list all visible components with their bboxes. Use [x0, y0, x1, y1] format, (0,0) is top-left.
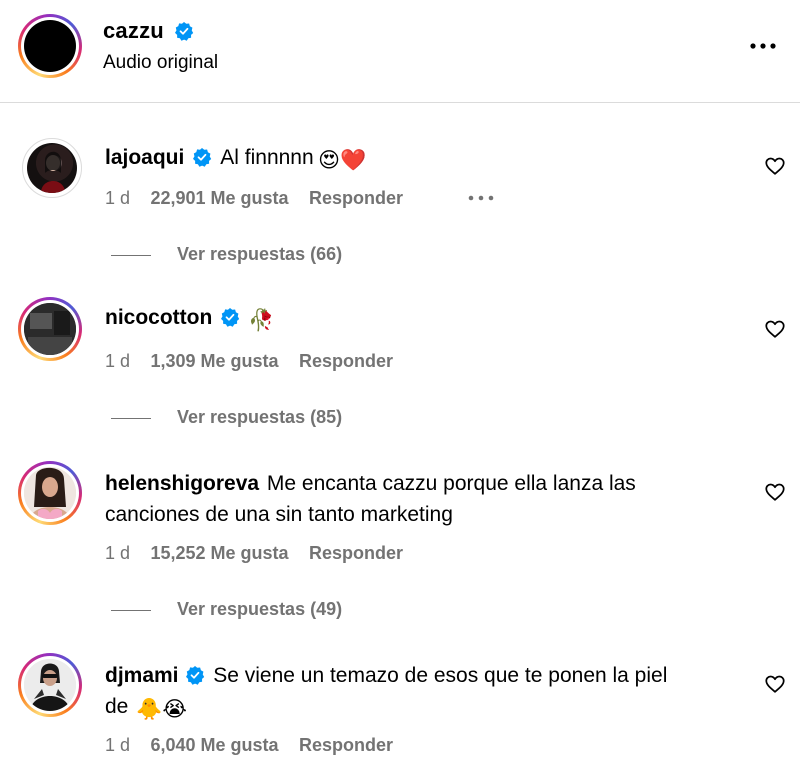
comment-time[interactable]: 1 d	[105, 188, 130, 208]
reply-button[interactable]: Responder	[309, 188, 403, 208]
more-options-icon[interactable]	[748, 36, 778, 56]
view-replies-button[interactable]: Ver respuestas (85)	[177, 407, 342, 428]
comment-likes[interactable]: 1,309 Me gusta	[150, 351, 278, 371]
reply-button[interactable]: Responder	[299, 735, 393, 755]
reply-button[interactable]: Responder	[309, 543, 403, 563]
comment-username[interactable]: helenshigoreva	[105, 472, 259, 495]
post-author-avatar[interactable]	[18, 14, 82, 78]
verified-badge-icon	[220, 308, 239, 327]
post-author-row: cazzu	[103, 18, 194, 44]
comment-emojis: 😍❤️	[318, 149, 367, 172]
heart-outline-icon[interactable]	[764, 155, 786, 177]
comment-line-2: de 🐥😭	[105, 691, 745, 725]
comment-time[interactable]: 1 d	[105, 351, 130, 371]
heart-outline-icon[interactable]	[764, 673, 786, 695]
comment-username[interactable]: nicocotton	[105, 306, 212, 329]
comment-body: djmami Se viene un temazo de esos que te…	[105, 660, 745, 725]
replies-divider	[111, 418, 151, 419]
comment-username[interactable]: lajoaqui	[105, 146, 184, 169]
comment-text-continued: de	[105, 695, 129, 718]
commenter-avatar[interactable]	[22, 138, 82, 198]
view-replies-button[interactable]: Ver respuestas (66)	[177, 244, 342, 265]
comment-text-continued: canciones de una sin tanto marketing	[105, 503, 453, 526]
header-divider	[0, 102, 800, 103]
comment-time[interactable]: 1 d	[105, 735, 130, 755]
comment-text: Al finnnnn	[220, 146, 314, 169]
replies-divider	[111, 255, 151, 256]
verified-badge-icon	[186, 666, 205, 685]
comment-meta: 1 d 15,252 Me gusta Responder	[105, 543, 403, 564]
replies-divider	[111, 610, 151, 611]
view-replies-button[interactable]: Ver respuestas (49)	[177, 599, 342, 620]
comment-username[interactable]: djmami	[105, 664, 179, 687]
heart-outline-icon[interactable]	[764, 481, 786, 503]
comment-body: lajoaqui Al finnnnn 😍❤️	[105, 142, 366, 176]
comment-body: nicocotton 🥀	[105, 305, 274, 336]
comment-emojis: 🥀	[248, 309, 275, 332]
comment-likes[interactable]: 22,901 Me gusta	[150, 188, 288, 208]
comment-text: Me encanta cazzu porque ella lanza las	[266, 472, 636, 495]
heart-outline-icon[interactable]	[764, 318, 786, 340]
comment-meta: 1 d 22,901 Me gusta Responder	[105, 188, 403, 209]
verified-badge-icon	[175, 22, 194, 41]
comment-emojis: 🐥😭	[136, 698, 187, 721]
comment-meta: 1 d 1,309 Me gusta Responder	[105, 351, 393, 372]
reply-button[interactable]: Responder	[299, 351, 393, 371]
comment-body: helenshigoreva Me encanta cazzu porque e…	[105, 468, 725, 530]
post-author-username[interactable]: cazzu	[103, 18, 164, 43]
comment-time[interactable]: 1 d	[105, 543, 130, 563]
verified-badge-icon	[192, 148, 212, 167]
commenter-avatar[interactable]	[18, 653, 82, 717]
audio-label[interactable]: Audio original	[103, 52, 218, 74]
comment-text: Se viene un temazo de esos que te ponen …	[213, 664, 668, 687]
comment-line: djmami Se viene un temazo de esos que te…	[105, 660, 745, 691]
commenter-avatar[interactable]	[18, 461, 82, 525]
comment-meta: 1 d 6,040 Me gusta Responder	[105, 735, 393, 756]
commenter-avatar[interactable]	[18, 297, 82, 361]
comment-likes[interactable]: 6,040 Me gusta	[150, 735, 278, 755]
comment-options-icon[interactable]	[467, 193, 497, 203]
comment-likes[interactable]: 15,252 Me gusta	[150, 543, 288, 563]
comment-line: helenshigoreva Me encanta cazzu porque e…	[105, 468, 725, 499]
